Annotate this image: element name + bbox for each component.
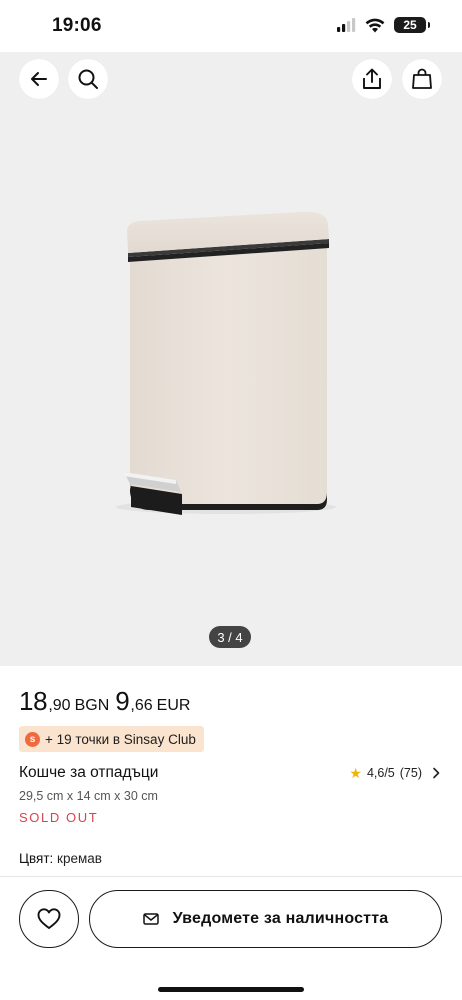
shopping-bag-icon [412, 68, 432, 89]
share-button[interactable] [352, 59, 392, 99]
sinsay-club-icon: s [25, 731, 40, 747]
product-gallery[interactable]: 3 / 4 [0, 52, 462, 666]
price-eur-main: 9 [115, 686, 130, 716]
price-bgn-fraction: ,90 [48, 697, 71, 714]
rating-link[interactable]: ★ 4,6/5 (75) [349, 766, 440, 780]
back-button[interactable] [19, 59, 59, 99]
status-bar: 19:06 25 [0, 0, 462, 52]
rating-count: (75) [399, 766, 422, 780]
battery-level: 25 [403, 18, 417, 32]
notify-button-label: Уведомете за наличността [172, 910, 389, 927]
image-counter: 3 / 4 [209, 626, 251, 648]
search-button[interactable] [68, 59, 108, 99]
share-icon [363, 68, 381, 89]
price-eur-fraction: ,66 [130, 697, 153, 714]
color-row: Цвят: кремав [19, 851, 102, 866]
arrow-left-icon [31, 72, 47, 86]
price-bgn-currency: BGN [74, 697, 110, 714]
home-indicator[interactable] [158, 987, 304, 992]
product-image [116, 211, 336, 515]
color-value: кремав [57, 851, 102, 866]
price: 18 ,90 BGN 9 ,66 EUR [19, 686, 190, 717]
stock-status: SOLD OUT [19, 810, 99, 825]
status-icons: 25 [336, 17, 430, 33]
product-title: Кошче за отпадъци [19, 764, 159, 781]
price-bgn-main: 18 [19, 686, 48, 716]
heart-icon [37, 908, 61, 929]
rating-value: 4,6/5 [366, 766, 395, 780]
color-label: Цвят: [19, 851, 54, 866]
divider [0, 876, 462, 877]
price-eur-currency: EUR [156, 697, 191, 714]
star-icon: ★ [349, 765, 362, 781]
status-time: 19:06 [52, 15, 102, 36]
product-dimensions: 29,5 cm x 14 cm x 30 cm [19, 789, 158, 803]
loyalty-points-text: + 19 точки в Sinsay Club [45, 731, 196, 747]
cart-button[interactable] [402, 59, 442, 99]
wifi-icon [365, 18, 385, 32]
loyalty-points-badge[interactable]: s + 19 точки в Sinsay Club [19, 726, 204, 752]
notify-availability-button[interactable]: Уведомете за наличността [89, 890, 442, 948]
favorite-button[interactable] [19, 890, 79, 948]
search-icon [78, 69, 98, 89]
chevron-right-icon [433, 767, 440, 779]
signal-icon [337, 18, 356, 32]
mail-icon [142, 913, 159, 925]
battery-icon: 25 [394, 17, 430, 33]
